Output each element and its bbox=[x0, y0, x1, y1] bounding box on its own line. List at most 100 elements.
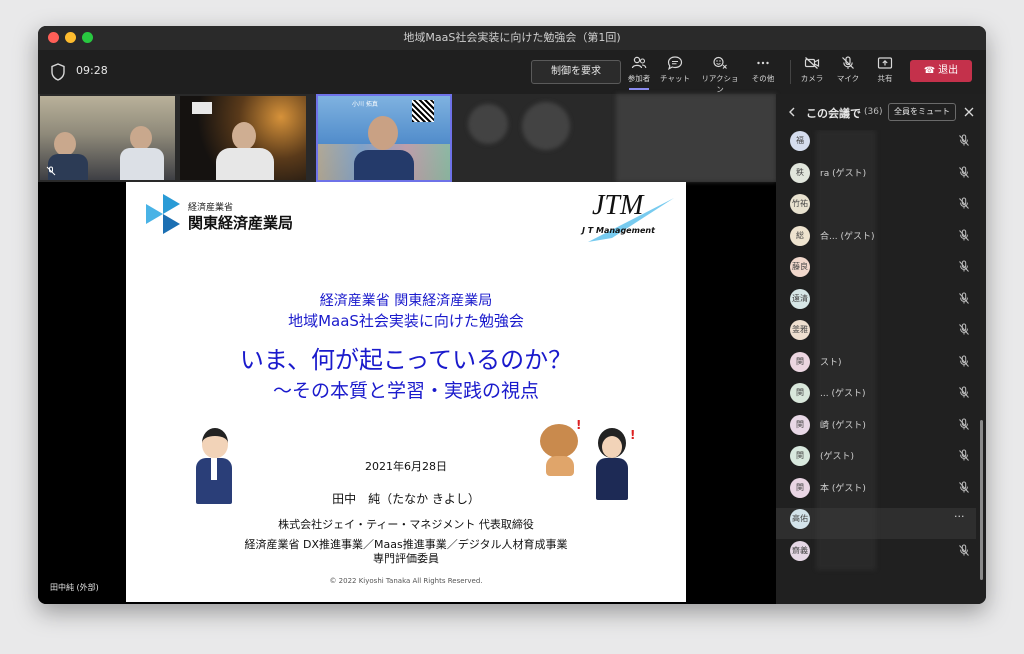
video-tiles: 小川 拓真 bbox=[38, 94, 776, 182]
leave-label: 退出 bbox=[938, 65, 959, 76]
slide-copyright: © 2022 Kiyoshi Tanaka All Rights Reserve… bbox=[329, 577, 483, 585]
chat-button[interactable]: チャット bbox=[653, 56, 697, 84]
jtm-logo-sub: J T Management bbox=[582, 226, 655, 235]
participant-person bbox=[54, 132, 76, 156]
blurred-tile bbox=[468, 104, 508, 144]
participant-row[interactable]: 竹祐 bbox=[776, 189, 976, 220]
video-tile-2[interactable] bbox=[180, 96, 306, 180]
video-tile-3-active[interactable]: 小川 拓真 bbox=[316, 94, 452, 182]
mic-off-icon bbox=[959, 292, 969, 304]
participant-row[interactable]: 関 ... (ゲスト) bbox=[776, 378, 976, 409]
mic-off-icon bbox=[959, 449, 969, 461]
sign-board bbox=[192, 102, 212, 114]
participant-row[interactable]: 秩 ra (ゲスト) bbox=[776, 158, 976, 189]
slide-subtitle: ～その本質と学習・実践の視点 bbox=[272, 380, 539, 402]
title-bar: 地域MaaS社会実装に向けた勉強会（第1回) bbox=[38, 26, 986, 50]
avatar: 藤良 bbox=[790, 257, 810, 277]
participant-name: ra (ゲスト) bbox=[820, 168, 867, 179]
participant-list: 福秩 ra (ゲスト) 竹祐総合... (ゲスト) 藤良 遠清 釜雅関スト) 関... (ゲ… bbox=[776, 130, 986, 604]
tile-name-text: 小川 拓真 bbox=[352, 101, 378, 108]
participant-row[interactable]: 関本 (ゲスト) bbox=[776, 473, 976, 504]
slide-date: 2021年6月28日 bbox=[365, 460, 447, 473]
avatar: 竹祐 bbox=[790, 194, 810, 214]
close-window-button[interactable] bbox=[48, 32, 59, 43]
participant-name: ... (ゲスト) bbox=[820, 389, 866, 399]
org-large: 関東経済産業局 bbox=[188, 214, 294, 232]
more-button[interactable]: その他 bbox=[741, 56, 785, 84]
camera-off-icon bbox=[804, 57, 820, 69]
participants-label: 参加者 bbox=[627, 74, 651, 83]
participant-name: 合... (ゲスト) bbox=[820, 231, 875, 242]
blurred-tile bbox=[522, 102, 570, 150]
avatar: 関 bbox=[790, 414, 810, 435]
participant-row[interactable]: 藤良 bbox=[776, 252, 976, 283]
window-controls bbox=[48, 32, 93, 43]
chevron-left-icon[interactable] bbox=[788, 107, 796, 117]
participant-name: 本 (ゲスト) bbox=[820, 483, 866, 494]
participant-name: スト) bbox=[820, 357, 842, 368]
mic-off-icon bbox=[959, 134, 969, 146]
participant-row[interactable]: 高佑 ··· bbox=[776, 504, 976, 535]
avatar: 齋義 bbox=[790, 540, 810, 561]
mic-label: マイク bbox=[836, 74, 860, 83]
chat-icon bbox=[667, 56, 683, 70]
participant-row[interactable]: 総合... (ゲスト) bbox=[776, 221, 976, 252]
share-icon bbox=[877, 57, 893, 69]
leave-button[interactable]: ☎ 退出 bbox=[910, 60, 972, 82]
chat-label: チャット bbox=[660, 74, 690, 83]
participant-count: (36) bbox=[864, 107, 883, 117]
mic-off-icon bbox=[959, 197, 969, 209]
share-button[interactable]: 共有 bbox=[863, 56, 907, 84]
participant-row[interactable]: 福 bbox=[776, 130, 976, 157]
avatar: 遠清 bbox=[790, 288, 810, 309]
participant-row[interactable]: 遠清 bbox=[776, 284, 976, 315]
participant-person bbox=[368, 116, 398, 150]
meeting-window: 地域MaaS社会実装に向けた勉強会（第1回) 09:28 制御を要求 参加者 チ… bbox=[38, 26, 986, 604]
participants-panel: この会議で (36) 全員をミュート 福秩 ra (ゲスト) 竹祐総合... (ゲス… bbox=[776, 94, 986, 604]
participant-person bbox=[120, 148, 164, 180]
avatar: 秩 bbox=[790, 162, 810, 183]
meeting-stage: 小川 拓真 経済産業省 関東経済産業局 JTM J T Management 経… bbox=[38, 94, 776, 604]
slide-line2: 地域MaaS社会実装に向けた勉強会 bbox=[288, 312, 524, 330]
avatar: 関 bbox=[790, 351, 810, 372]
mic-off-icon bbox=[959, 229, 969, 241]
more-label: その他 bbox=[751, 74, 775, 83]
avatar: 福 bbox=[790, 131, 810, 151]
presenter-name-label: 田中純 (外部) bbox=[46, 580, 103, 595]
meeting-timer: 09:28 bbox=[76, 64, 108, 77]
mic-off-icon bbox=[959, 418, 969, 430]
zoom-window-button[interactable] bbox=[82, 32, 93, 43]
minimize-window-button[interactable] bbox=[65, 32, 76, 43]
reactions-label: リアクション bbox=[701, 74, 739, 94]
mic-off-icon bbox=[959, 544, 969, 556]
close-icon[interactable] bbox=[964, 107, 974, 117]
slide-company: 株式会社ジェイ・ティー・マネジメント 代表取締役 bbox=[278, 518, 534, 531]
avatar: 関 bbox=[790, 477, 810, 498]
window-title: 地域MaaS社会実装に向けた勉強会（第1回) bbox=[403, 31, 621, 44]
participant-row[interactable]: 齋義 bbox=[776, 536, 976, 567]
slide-speaker: 田中 純（たなか きよし） bbox=[332, 492, 480, 506]
avatar: 関 bbox=[790, 446, 810, 466]
reactions-button[interactable]: リアクション bbox=[698, 56, 742, 95]
mic-off-icon bbox=[959, 355, 969, 367]
request-control-button[interactable]: 制御を要求 bbox=[531, 60, 621, 84]
slide-line1: 経済産業省 関東経済産業局 bbox=[319, 293, 493, 309]
avatar: 総 bbox=[790, 225, 810, 246]
participant-row[interactable]: 関スト) bbox=[776, 347, 976, 378]
more-options-icon[interactable]: ··· bbox=[954, 510, 965, 523]
participant-person bbox=[232, 122, 256, 150]
avatar: 釜雅 bbox=[790, 320, 810, 340]
scrollbar[interactable] bbox=[980, 420, 983, 580]
meeting-toolbar: 09:28 制御を要求 参加者 チャット リアクション その他 カメラ マイク bbox=[38, 50, 986, 95]
slide-title: いま、何が起こっているのか？ bbox=[239, 346, 573, 374]
phone-hangup-icon: ☎ bbox=[923, 66, 936, 76]
video-tile-1[interactable] bbox=[40, 96, 175, 180]
participant-row[interactable]: 関崎 (ゲスト) bbox=[776, 410, 976, 441]
mute-all-button[interactable]: 全員をミュート bbox=[888, 103, 956, 121]
mic-off-icon bbox=[959, 386, 969, 398]
avatar: 高佑 bbox=[790, 509, 810, 529]
participant-row[interactable]: 釜雅 bbox=[776, 315, 976, 346]
panel-title: この会議で bbox=[806, 107, 861, 120]
participant-name: (ゲスト) bbox=[820, 452, 855, 462]
participant-row[interactable]: 関 (ゲスト) bbox=[776, 441, 976, 472]
